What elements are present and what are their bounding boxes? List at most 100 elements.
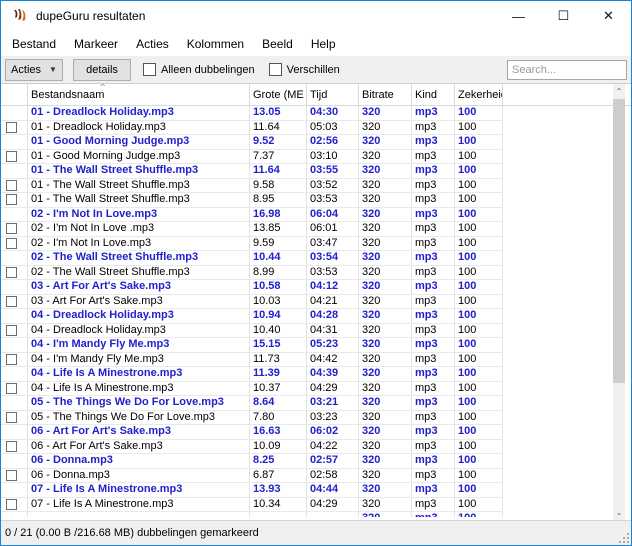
header-grote[interactable]: Grote (ME <box>250 84 307 106</box>
file-certainty-cell: 100 <box>455 498 503 513</box>
file-size-cell: 10.44 <box>250 251 307 266</box>
table-row[interactable]: 04 - Life Is A Minestrone.mp310.3704:293… <box>1 382 631 397</box>
file-bitrate-cell: 320 <box>359 179 412 194</box>
file-size-cell: 9.58 <box>250 179 307 194</box>
file-size-cell: 11.64 <box>250 121 307 136</box>
file-bitrate-cell: 320 <box>359 208 412 223</box>
row-checkbox[interactable] <box>6 238 17 249</box>
minimize-button[interactable]: — <box>496 1 541 31</box>
file-certainty-cell: 100 <box>455 222 503 237</box>
table-row[interactable]: 04 - Dreadlock Holiday.mp310.4004:31320m… <box>1 324 631 339</box>
table-row[interactable]: 02 - I'm Not In Love .mp313.8506:01320mp… <box>1 222 631 237</box>
row-checkbox[interactable] <box>6 194 17 205</box>
header-bestandsnaam[interactable]: Bestandsnaam <box>28 84 250 106</box>
header-checkbox-column[interactable] <box>1 84 28 106</box>
table-row[interactable]: 01 - Dreadlock Holiday.mp311.6405:03320m… <box>1 121 631 136</box>
menu-acties[interactable]: Acties <box>127 34 178 54</box>
row-checkbox[interactable] <box>6 470 17 481</box>
table-row[interactable]: 06 - Donna.mp36.8702:58320mp3100 <box>1 469 631 484</box>
table-row[interactable]: 01 - Good Morning Judge.mp39.5202:56320m… <box>1 135 631 150</box>
row-checkbox[interactable] <box>6 325 17 336</box>
menu-help[interactable]: Help <box>302 34 345 54</box>
scroll-up-icon[interactable]: ⌃ <box>613 84 625 99</box>
menu-kolommen[interactable]: Kolommen <box>178 34 253 54</box>
table-row[interactable]: 06 - Art For Art's Sake.mp316.6306:02320… <box>1 425 631 440</box>
menu-bestand[interactable]: Bestand <box>3 34 65 54</box>
scroll-down-icon[interactable]: ⌄ <box>613 505 625 520</box>
table-row[interactable]: 01 - Dreadlock Holiday.mp313.0504:30320m… <box>1 106 631 121</box>
file-name-cell: 03 - Art For Art's Sake.mp3 <box>28 280 250 295</box>
table-row[interactable]: 01 - Good Morning Judge.mp37.3703:10320m… <box>1 150 631 165</box>
table-row[interactable]: 07 - Life Is A Minestrone.mp310.3404:293… <box>1 498 631 513</box>
header-bitrate[interactable]: Bitrate <box>359 84 412 106</box>
file-time-cell: 02:57 <box>307 454 359 469</box>
row-checkbox[interactable] <box>6 267 17 278</box>
file-name-cell: 01 - The Wall Street Shuffle.mp3 <box>28 164 250 179</box>
table-row[interactable]: 02 - The Wall Street Shuffle.mp38.9903:5… <box>1 266 631 281</box>
details-button[interactable]: details <box>73 59 131 81</box>
maximize-button[interactable]: ☐ <box>541 1 586 31</box>
differences-checkbox[interactable]: Verschillen <box>269 63 340 76</box>
row-filler <box>503 121 631 136</box>
table-row[interactable]: 04 - Life Is A Minestrone.mp311.3904:393… <box>1 367 631 382</box>
table-row[interactable]: 03 - Art For Art's Sake.mp310.5804:12320… <box>1 280 631 295</box>
file-bitrate-cell: 320 <box>359 121 412 136</box>
header-tijd[interactable]: Tijd <box>307 84 359 106</box>
row-check-cell <box>1 280 28 295</box>
table-row[interactable]: 01 - The Wall Street Shuffle.mp311.6403:… <box>1 164 631 179</box>
table-row[interactable]: 06 - Art For Art's Sake.mp310.0904:22320… <box>1 440 631 455</box>
row-checkbox[interactable] <box>6 180 17 191</box>
checkbox-icon[interactable] <box>143 63 156 76</box>
file-size-cell: 11.73 <box>250 353 307 368</box>
close-button[interactable]: ✕ <box>586 1 631 31</box>
actions-dropdown-button[interactable]: Acties ▼ <box>5 59 63 81</box>
table-row[interactable]: 04 - Dreadlock Holiday.mp310.9404:28320m… <box>1 309 631 324</box>
file-certainty-cell: 100 <box>455 440 503 455</box>
scrollbar-thumb[interactable] <box>613 99 625 383</box>
file-name-cell: 04 - Life Is A Minestrone.mp3 <box>28 382 250 397</box>
search-input[interactable] <box>507 60 627 80</box>
table-row[interactable]: 05 - The Things We Do For Love.mp38.6403… <box>1 396 631 411</box>
row-checkbox[interactable] <box>6 412 17 423</box>
header-zekerheid[interactable]: Zekerheid <box>455 84 503 106</box>
table-row[interactable]: 04 - I'm Mandy Fly Me.mp315.1505:23320mp… <box>1 338 631 353</box>
file-name-cell: 07 - Life Is A Minestrone.mp3 <box>28 483 250 498</box>
row-check-cell <box>1 338 28 353</box>
file-size-cell: 10.09 <box>250 440 307 455</box>
checkbox-icon[interactable] <box>269 63 282 76</box>
table-row[interactable]: 01 - The Wall Street Shuffle.mp38.9503:5… <box>1 193 631 208</box>
row-checkbox[interactable] <box>6 296 17 307</box>
file-bitrate-cell: 320 <box>359 353 412 368</box>
table-row[interactable]: 06 - Donna.mp38.2502:57320mp3100 <box>1 454 631 469</box>
vertical-scrollbar[interactable]: ⌃ ⌄ <box>613 84 625 520</box>
table-row[interactable]: 04 - I'm Mandy Fly Me.mp311.7304:42320mp… <box>1 353 631 368</box>
file-time-cell: 04:29 <box>307 498 359 513</box>
table-row[interactable]: 02 - I'm Not In Love.mp39.5903:47320mp31… <box>1 237 631 252</box>
file-certainty-cell: 100 <box>455 266 503 281</box>
menu-markeer[interactable]: Markeer <box>65 34 127 54</box>
table-row[interactable]: 02 - The Wall Street Shuffle.mp310.4403:… <box>1 251 631 266</box>
resize-grip[interactable] <box>618 532 629 543</box>
file-name-cell: 04 - Dreadlock Holiday.mp3 <box>28 309 250 324</box>
file-kind-cell: mp3 <box>412 440 455 455</box>
row-checkbox[interactable] <box>6 383 17 394</box>
table-row[interactable]: 07 - Life Is A Minestrone.mp313.9304:443… <box>1 483 631 498</box>
menu-beeld[interactable]: Beeld <box>253 34 302 54</box>
table-row[interactable]: 320mp3100 <box>1 512 631 517</box>
header-kind[interactable]: Kind <box>412 84 455 106</box>
only-duplicates-checkbox[interactable]: Alleen dubbelingen <box>143 63 255 76</box>
row-checkbox[interactable] <box>6 441 17 452</box>
sort-ascending-icon: ^ <box>101 84 105 91</box>
file-certainty-cell: 100 <box>455 324 503 339</box>
row-checkbox[interactable] <box>6 499 17 510</box>
row-checkbox[interactable] <box>6 151 17 162</box>
table-row[interactable]: 05 - The Things We Do For Love.mp37.8003… <box>1 411 631 426</box>
row-checkbox[interactable] <box>6 122 17 133</box>
file-kind-cell: mp3 <box>412 208 455 223</box>
scrollbar-track[interactable] <box>613 383 625 505</box>
table-row[interactable]: 02 - I'm Not In Love.mp316.9806:04320mp3… <box>1 208 631 223</box>
table-row[interactable]: 03 - Art For Art's Sake.mp310.0304:21320… <box>1 295 631 310</box>
table-row[interactable]: 01 - The Wall Street Shuffle.mp39.5803:5… <box>1 179 631 194</box>
row-checkbox[interactable] <box>6 223 17 234</box>
row-checkbox[interactable] <box>6 354 17 365</box>
